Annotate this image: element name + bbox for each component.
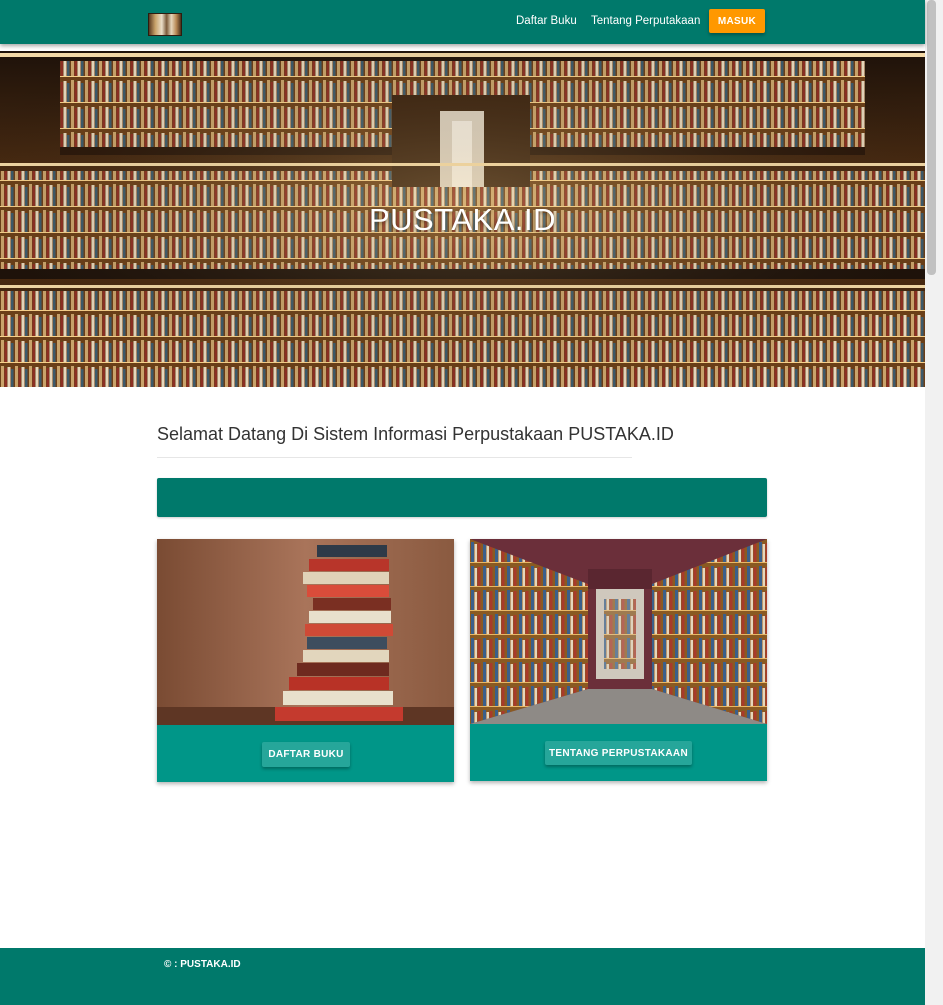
stacked-books-image [157, 539, 454, 725]
nav-link-daftar-buku[interactable]: Daftar Buku [516, 15, 577, 27]
library-logo-icon[interactable] [148, 13, 182, 36]
top-navbar: Daftar Buku Tentang Perputakaan MASUK [0, 0, 925, 44]
daftar-buku-button[interactable]: DAFTAR BUKU [262, 742, 350, 767]
hero-banner: PUSTAKA.ID [0, 51, 925, 387]
welcome-heading: Selamat Datang Di Sistem Informasi Perpu… [157, 424, 674, 444]
library-aisle-image [470, 539, 767, 724]
footer-copyright: © : PUSTAKA.ID [164, 959, 241, 970]
tentang-perpustakaan-button[interactable]: TENTANG PERPUSTAKAAN [545, 741, 692, 765]
card-tentang-perpustakaan: TENTANG PERPUSTAKAAN [470, 539, 767, 781]
info-banner [157, 478, 767, 517]
scrollbar-thumb[interactable] [927, 0, 936, 275]
nav-link-tentang-perpustakaan[interactable]: Tentang Perputakaan [591, 15, 700, 27]
divider [157, 457, 632, 458]
hero-title: PUSTAKA.ID [368, 202, 557, 237]
login-button[interactable]: MASUK [709, 9, 765, 33]
card-daftar-buku: DAFTAR BUKU [157, 539, 454, 782]
page-footer: © : PUSTAKA.ID [0, 948, 925, 1005]
